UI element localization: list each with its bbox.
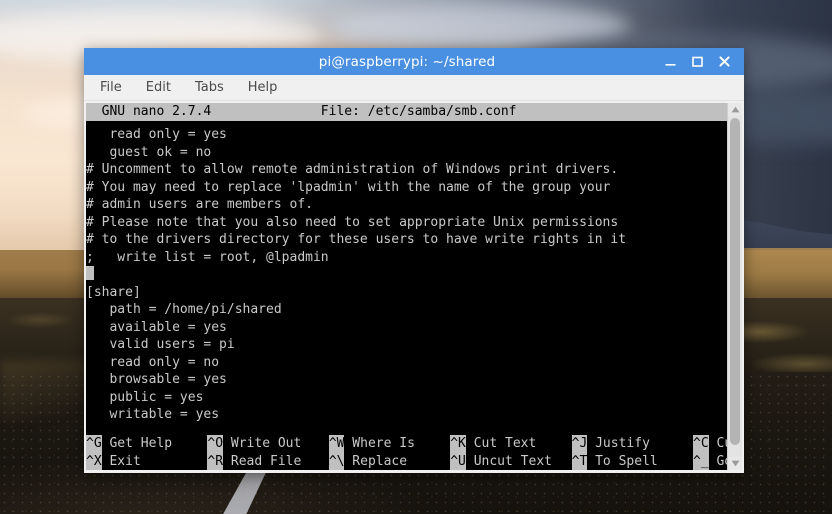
window-title-bar[interactable]: pi@raspberrypi: ~/shared — [84, 48, 744, 75]
nano-shortcut-label: Go To Line — [716, 453, 728, 469]
nano-shortcut-label: Replace — [344, 453, 447, 469]
nano-shortcut-label: Cur Pos — [716, 436, 728, 451]
menu-item-help[interactable]: Help — [246, 79, 280, 96]
scrollbar-thumb[interactable] — [730, 118, 740, 446]
nano-text-line: ; write list = root, @lpadmin — [86, 249, 329, 265]
nano-shortcut[interactable]: ^X Exit — [86, 452, 204, 470]
terminal-screen[interactable]: GNU nano 2.7.4 File: /etc/samba/smb.conf… — [86, 103, 727, 470]
nano-text-line: # You may need to replace 'lpadmin' with… — [86, 179, 611, 195]
text-cursor — [86, 266, 94, 280]
nano-text-line: guest ok = no — [86, 144, 212, 160]
nano-text-line: read only = no — [86, 354, 220, 370]
nano-text-line: browsable = yes — [86, 372, 227, 387]
nano-shortcut-key: ^G — [86, 435, 102, 453]
nano-shortcut-label: To Spell — [587, 453, 690, 469]
nano-title-bar: GNU nano 2.7.4 File: /etc/samba/smb.conf — [86, 103, 727, 121]
nano-shortcut-bar: ^G Get Help ^O Write Out ^W Where Is ^K … — [86, 435, 727, 470]
nano-text-line: # Please note that you also need to set … — [86, 214, 619, 230]
nano-shortcut-key: ^\ — [328, 452, 345, 470]
nano-text-line: writable = yes — [86, 407, 220, 422]
nano-text-line: public = yes — [86, 389, 204, 405]
nano-shortcut-row: ^X Exit ^R Read File ^\ Replace ^U Uncut… — [86, 452, 728, 470]
nano-shortcut[interactable]: ^K Cut Text — [450, 435, 567, 453]
nano-shortcut[interactable]: ^T To Spell — [571, 452, 690, 470]
nano-shortcut-label: Where Is — [344, 436, 447, 451]
nano-shortcut-key: ^T — [571, 452, 588, 470]
scrollbar-down-arrow-icon[interactable] — [728, 457, 742, 470]
terminal-window[interactable]: pi@raspberrypi: ~/shared File Edit Tabs … — [84, 48, 744, 473]
nano-text-line: available = yes — [86, 319, 227, 335]
nano-shortcut-key: ^W — [328, 435, 345, 453]
minimize-button[interactable] — [664, 55, 677, 68]
menu-item-tabs[interactable]: Tabs — [193, 79, 226, 96]
close-button[interactable] — [718, 55, 731, 68]
nano-shortcut[interactable]: ^C Cur Pos — [693, 435, 727, 453]
nano-text-line: # to the drivers directory for these use… — [86, 232, 627, 247]
nano-shortcut-label: Get Help — [101, 436, 204, 451]
window-controls — [664, 55, 744, 68]
terminal-scrollbar[interactable] — [727, 103, 742, 470]
nano-shortcut-key: ^R — [207, 452, 224, 470]
nano-text-line: # Uncomment to allow remote administrati… — [86, 162, 619, 177]
nano-shortcut-row: ^G Get Help ^O Write Out ^W Where Is ^K … — [86, 435, 727, 453]
nano-shortcut-key: ^K — [450, 435, 466, 453]
nano-edit-area[interactable]: read only = yes guest ok = no # Uncomment… — [86, 121, 727, 424]
nano-shortcut-label: Uncut Text — [465, 453, 568, 469]
window-title: pi@raspberrypi: ~/shared — [318, 53, 496, 70]
nano-shortcut[interactable]: ^J Justify — [571, 435, 690, 453]
maximize-button[interactable] — [691, 55, 704, 68]
nano-shortcut[interactable]: ^O Write Out — [207, 435, 324, 453]
nano-shortcut-key: ^_ — [693, 452, 709, 470]
nano-text-line — [86, 266, 727, 284]
menu-bar: File Edit Tabs Help — [84, 75, 744, 101]
nano-shortcut-key: ^U — [450, 452, 466, 470]
nano-shortcut-label: Cut Text — [465, 436, 568, 451]
terminal-body: GNU nano 2.7.4 File: /etc/samba/smb.conf… — [84, 101, 744, 473]
scrollbar-track[interactable] — [728, 116, 742, 457]
nano-shortcut[interactable]: ^R Read File — [207, 452, 325, 470]
desktop: pi@raspberrypi: ~/shared File Edit Tabs … — [0, 0, 832, 514]
nano-shortcut-key: ^C — [693, 435, 709, 453]
nano-shortcut[interactable]: ^U Uncut Text — [450, 452, 568, 470]
menu-item-file[interactable]: File — [98, 79, 124, 96]
scrollbar-up-arrow-icon[interactable] — [728, 103, 742, 116]
nano-shortcut-key: ^O — [207, 435, 224, 453]
nano-shortcut[interactable]: ^_ Go To Line — [693, 452, 728, 470]
nano-shortcut-key: ^J — [571, 435, 588, 453]
nano-shortcut[interactable]: ^G Get Help — [86, 435, 203, 453]
cloud — [330, 4, 630, 50]
nano-shortcut-key: ^X — [86, 452, 102, 470]
nano-shortcut-label: Justify — [587, 436, 690, 451]
nano-text-line: valid users = pi — [86, 337, 235, 352]
nano-shortcut-label: Write Out — [223, 436, 325, 451]
nano-text-line: # admin users are members of. — [86, 197, 313, 212]
nano-shortcut-label: Read File — [223, 453, 325, 469]
nano-text-line: path = /home/pi/shared — [86, 302, 282, 317]
nano-shortcut[interactable]: ^W Where Is — [328, 435, 447, 453]
menu-item-edit[interactable]: Edit — [144, 79, 173, 96]
nano-text-line: [share] — [86, 284, 141, 300]
nano-shortcut-label: Exit — [101, 453, 204, 469]
nano-shortcut[interactable]: ^\ Replace — [328, 452, 447, 470]
nano-text-line: read only = yes — [86, 127, 227, 142]
